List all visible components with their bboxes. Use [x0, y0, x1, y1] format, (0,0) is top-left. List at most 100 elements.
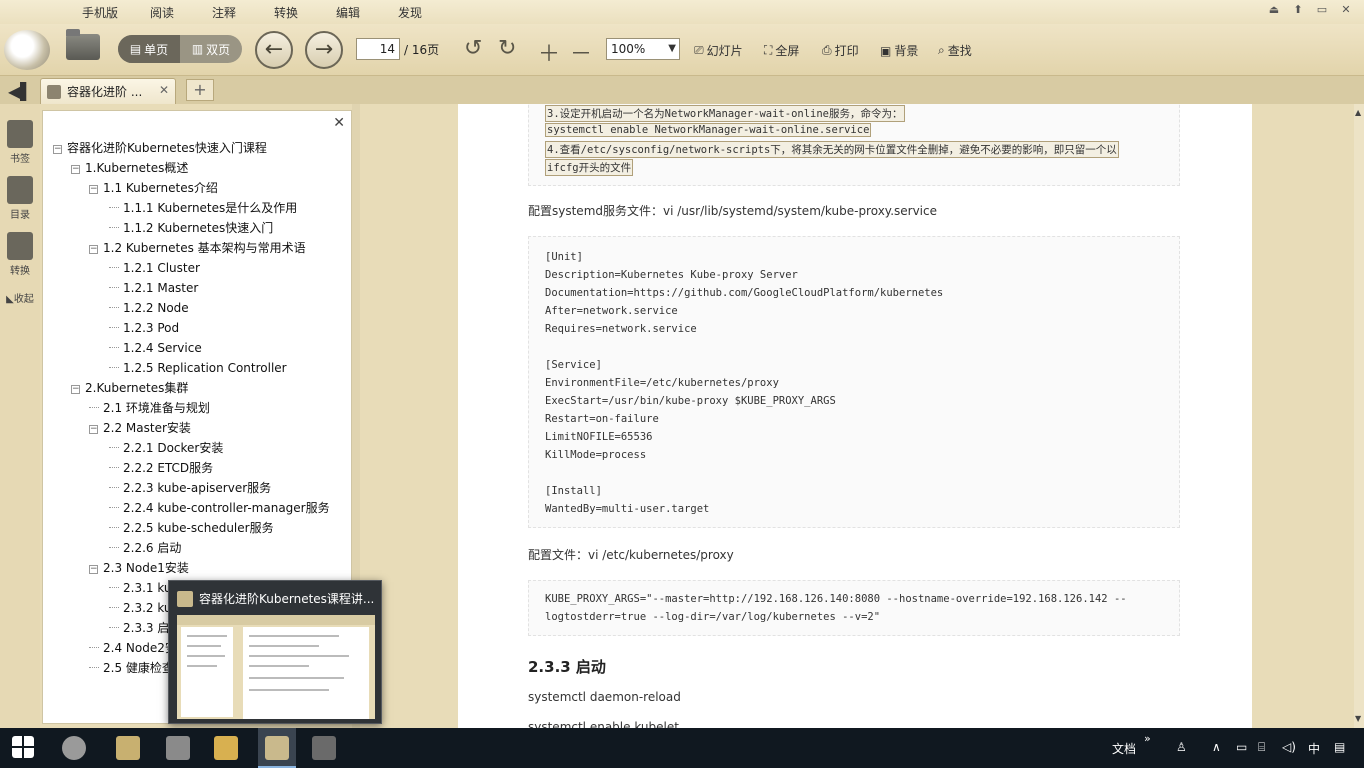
code-line: Restart=on-failure — [545, 413, 659, 425]
double-page-button[interactable]: ▥ 双页 — [180, 35, 242, 63]
outline-item[interactable]: 1.2.3 Pod — [109, 319, 179, 337]
print-button[interactable]: ⎙ 打印 — [822, 42, 859, 59]
skin-icon[interactable]: ⏏ — [1264, 2, 1284, 18]
outline-item[interactable]: 2.2.1 Docker安装 — [109, 439, 223, 457]
menu-mobile[interactable]: 手机版 — [82, 4, 118, 21]
rotate-right-icon[interactable]: ↻ — [498, 36, 516, 61]
slideshow-button[interactable]: ⎚ 幻灯片 — [694, 42, 743, 59]
zoom-out-icon[interactable]: － — [570, 36, 592, 68]
outline-item[interactable]: 2.2.2 ETCD服务 — [109, 459, 213, 477]
close-icon[interactable]: ✕ — [1336, 2, 1356, 18]
scroll-up-icon[interactable]: ▲ — [1355, 108, 1361, 117]
collapse-rail-button[interactable]: ◣收起 — [4, 290, 36, 305]
battery-icon[interactable]: ▭ — [1236, 740, 1247, 754]
document-scrollbar[interactable]: ▲ ▼ — [1354, 104, 1364, 728]
outline-item[interactable]: −1.Kubernetes概述 — [71, 159, 188, 177]
notifications-icon[interactable]: ▤ — [1334, 740, 1345, 754]
outline-item[interactable]: −1.1 Kubernetes介绍 — [89, 179, 218, 197]
app-box-icon[interactable] — [116, 736, 140, 760]
file-explorer-icon[interactable] — [214, 736, 238, 760]
outline-item[interactable]: 2.2.3 kube-apiserver服务 — [109, 479, 271, 497]
tray-expand-icon[interactable]: ∧ — [1212, 740, 1221, 754]
tab-close-icon[interactable]: ✕ — [159, 83, 169, 97]
background-button[interactable]: ▣ 背景 — [880, 42, 918, 59]
document-page: 3.设定开机启动一个名为NetworkManager-wait-online服务… — [458, 104, 1252, 728]
toolbox-app-icon[interactable] — [166, 736, 190, 760]
outline-item[interactable]: 2.2.6 启动 — [109, 539, 181, 557]
tree-connector — [109, 347, 119, 348]
outline-item[interactable]: 2.1 环境准备与规划 — [89, 399, 210, 417]
outline-item[interactable]: 1.2.1 Master — [109, 279, 198, 297]
outline-item[interactable]: 1.2.2 Node — [109, 299, 189, 317]
collapse-toggle-icon[interactable]: − — [53, 145, 62, 154]
maximize-icon[interactable]: ▭ — [1312, 2, 1332, 18]
open-folder-icon[interactable] — [66, 29, 100, 60]
document-tab[interactable]: 容器化进阶 ... ✕ — [40, 78, 176, 104]
windows-start-icon[interactable] — [12, 736, 34, 758]
new-tab-button[interactable]: + — [186, 79, 214, 101]
outline-item[interactable]: 1.1.1 Kubernetes是什么及作用 — [109, 199, 297, 217]
convert-button[interactable]: 转换 — [4, 232, 36, 277]
outline-item[interactable]: − 容器化进阶Kubernetes快速入门课程 — [53, 139, 267, 157]
menu-convert[interactable]: 转换 — [274, 4, 298, 21]
outline-item[interactable]: −2.3 Node1安装 — [89, 559, 189, 577]
outline-item[interactable]: −2.Kubernetes集群 — [71, 379, 188, 397]
zoom-select[interactable]: 100% ▼ — [606, 38, 680, 60]
taskbar-documents-label[interactable]: 文档 — [1112, 740, 1136, 757]
outline-item[interactable]: −1.2 Kubernetes 基本架构与常用术语 — [89, 239, 306, 257]
prev-page-icon[interactable]: ← — [255, 31, 293, 69]
collapse-toggle-icon[interactable]: − — [71, 385, 80, 394]
pdf-reader-app-icon[interactable] — [265, 736, 289, 760]
preview-line — [249, 635, 339, 637]
outline-close-icon[interactable]: ✕ — [333, 115, 345, 131]
people-icon[interactable]: ♙ — [1176, 740, 1187, 754]
tree-connector — [89, 407, 99, 408]
zoom-in-icon[interactable]: ＋ — [538, 36, 560, 68]
taskbar-thumbnail-preview[interactable]: 容器化进阶Kubernetes课程讲... — [168, 580, 382, 724]
menu-annotate[interactable]: 注释 — [212, 4, 236, 21]
rotate-left-icon[interactable]: ↺ — [464, 36, 482, 61]
outline-item[interactable]: −2.2 Master安装 — [89, 419, 191, 437]
scroll-down-icon[interactable]: ▼ — [1355, 714, 1361, 723]
chevron-icon[interactable]: » — [1144, 732, 1151, 745]
outline-item[interactable]: 2.5 健康检查 — [89, 659, 174, 677]
outline-item[interactable]: 2.3.2 ku — [109, 599, 172, 617]
single-page-button[interactable]: ▤ 单页 — [118, 35, 180, 63]
background-label: 背景 — [894, 44, 919, 58]
collapse-toggle-icon[interactable]: − — [89, 185, 98, 194]
outline-item[interactable]: 1.2.1 Cluster — [109, 259, 200, 277]
bookmarks-button[interactable]: 书签 — [4, 120, 36, 165]
preview-line — [249, 665, 309, 667]
code-line: [Unit] — [545, 251, 583, 263]
network-icon[interactable]: ⌸ — [1258, 740, 1265, 755]
toc-button[interactable]: 目录 — [4, 176, 36, 221]
menu-edit[interactable]: 编辑 — [336, 4, 360, 21]
outline-item[interactable]: 2.2.4 kube-controller-manager服务 — [109, 499, 330, 517]
upgrade-icon[interactable]: ⬆ — [1288, 2, 1308, 18]
outline-item[interactable]: 1.2.4 Service — [109, 339, 202, 357]
outline-item-label: 1.Kubernetes概述 — [85, 161, 189, 175]
fullscreen-button[interactable]: ⛶ 全屏 — [764, 42, 799, 59]
page-number-input[interactable]: 14 — [356, 38, 400, 60]
ime-indicator[interactable]: 中 — [1308, 740, 1320, 757]
next-page-icon[interactable]: → — [305, 31, 343, 69]
menu-discover[interactable]: 发现 — [398, 4, 422, 21]
outline-item[interactable]: 1.1.2 Kubernetes快速入门 — [109, 219, 273, 237]
collapse-sidebar-icon[interactable]: ◀▌ — [8, 82, 33, 101]
outline-item[interactable]: 2.4 Node2安 — [89, 639, 177, 657]
app-logo[interactable] — [4, 30, 50, 70]
outline-item[interactable]: 2.3.3 启 — [109, 619, 169, 637]
find-button[interactable]: ⌕ 查找 — [938, 42, 972, 59]
collapse-toggle-icon[interactable]: − — [71, 165, 80, 174]
paragraph-proxy-config: 配置文件：vi /etc/kubernetes/proxy — [528, 548, 734, 562]
s-app-icon[interactable] — [312, 736, 336, 760]
outline-item[interactable]: 2.3.1 ku — [109, 579, 172, 597]
menu-read[interactable]: 阅读 — [150, 4, 174, 21]
collapse-toggle-icon[interactable]: − — [89, 245, 98, 254]
volume-icon[interactable]: ◁) — [1282, 740, 1296, 754]
outline-item[interactable]: 2.2.5 kube-scheduler服务 — [109, 519, 274, 537]
collapse-toggle-icon[interactable]: − — [89, 565, 98, 574]
pinwheel-app-icon[interactable] — [62, 736, 86, 760]
collapse-toggle-icon[interactable]: − — [89, 425, 98, 434]
outline-item[interactable]: 1.2.5 Replication Controller — [109, 359, 287, 377]
